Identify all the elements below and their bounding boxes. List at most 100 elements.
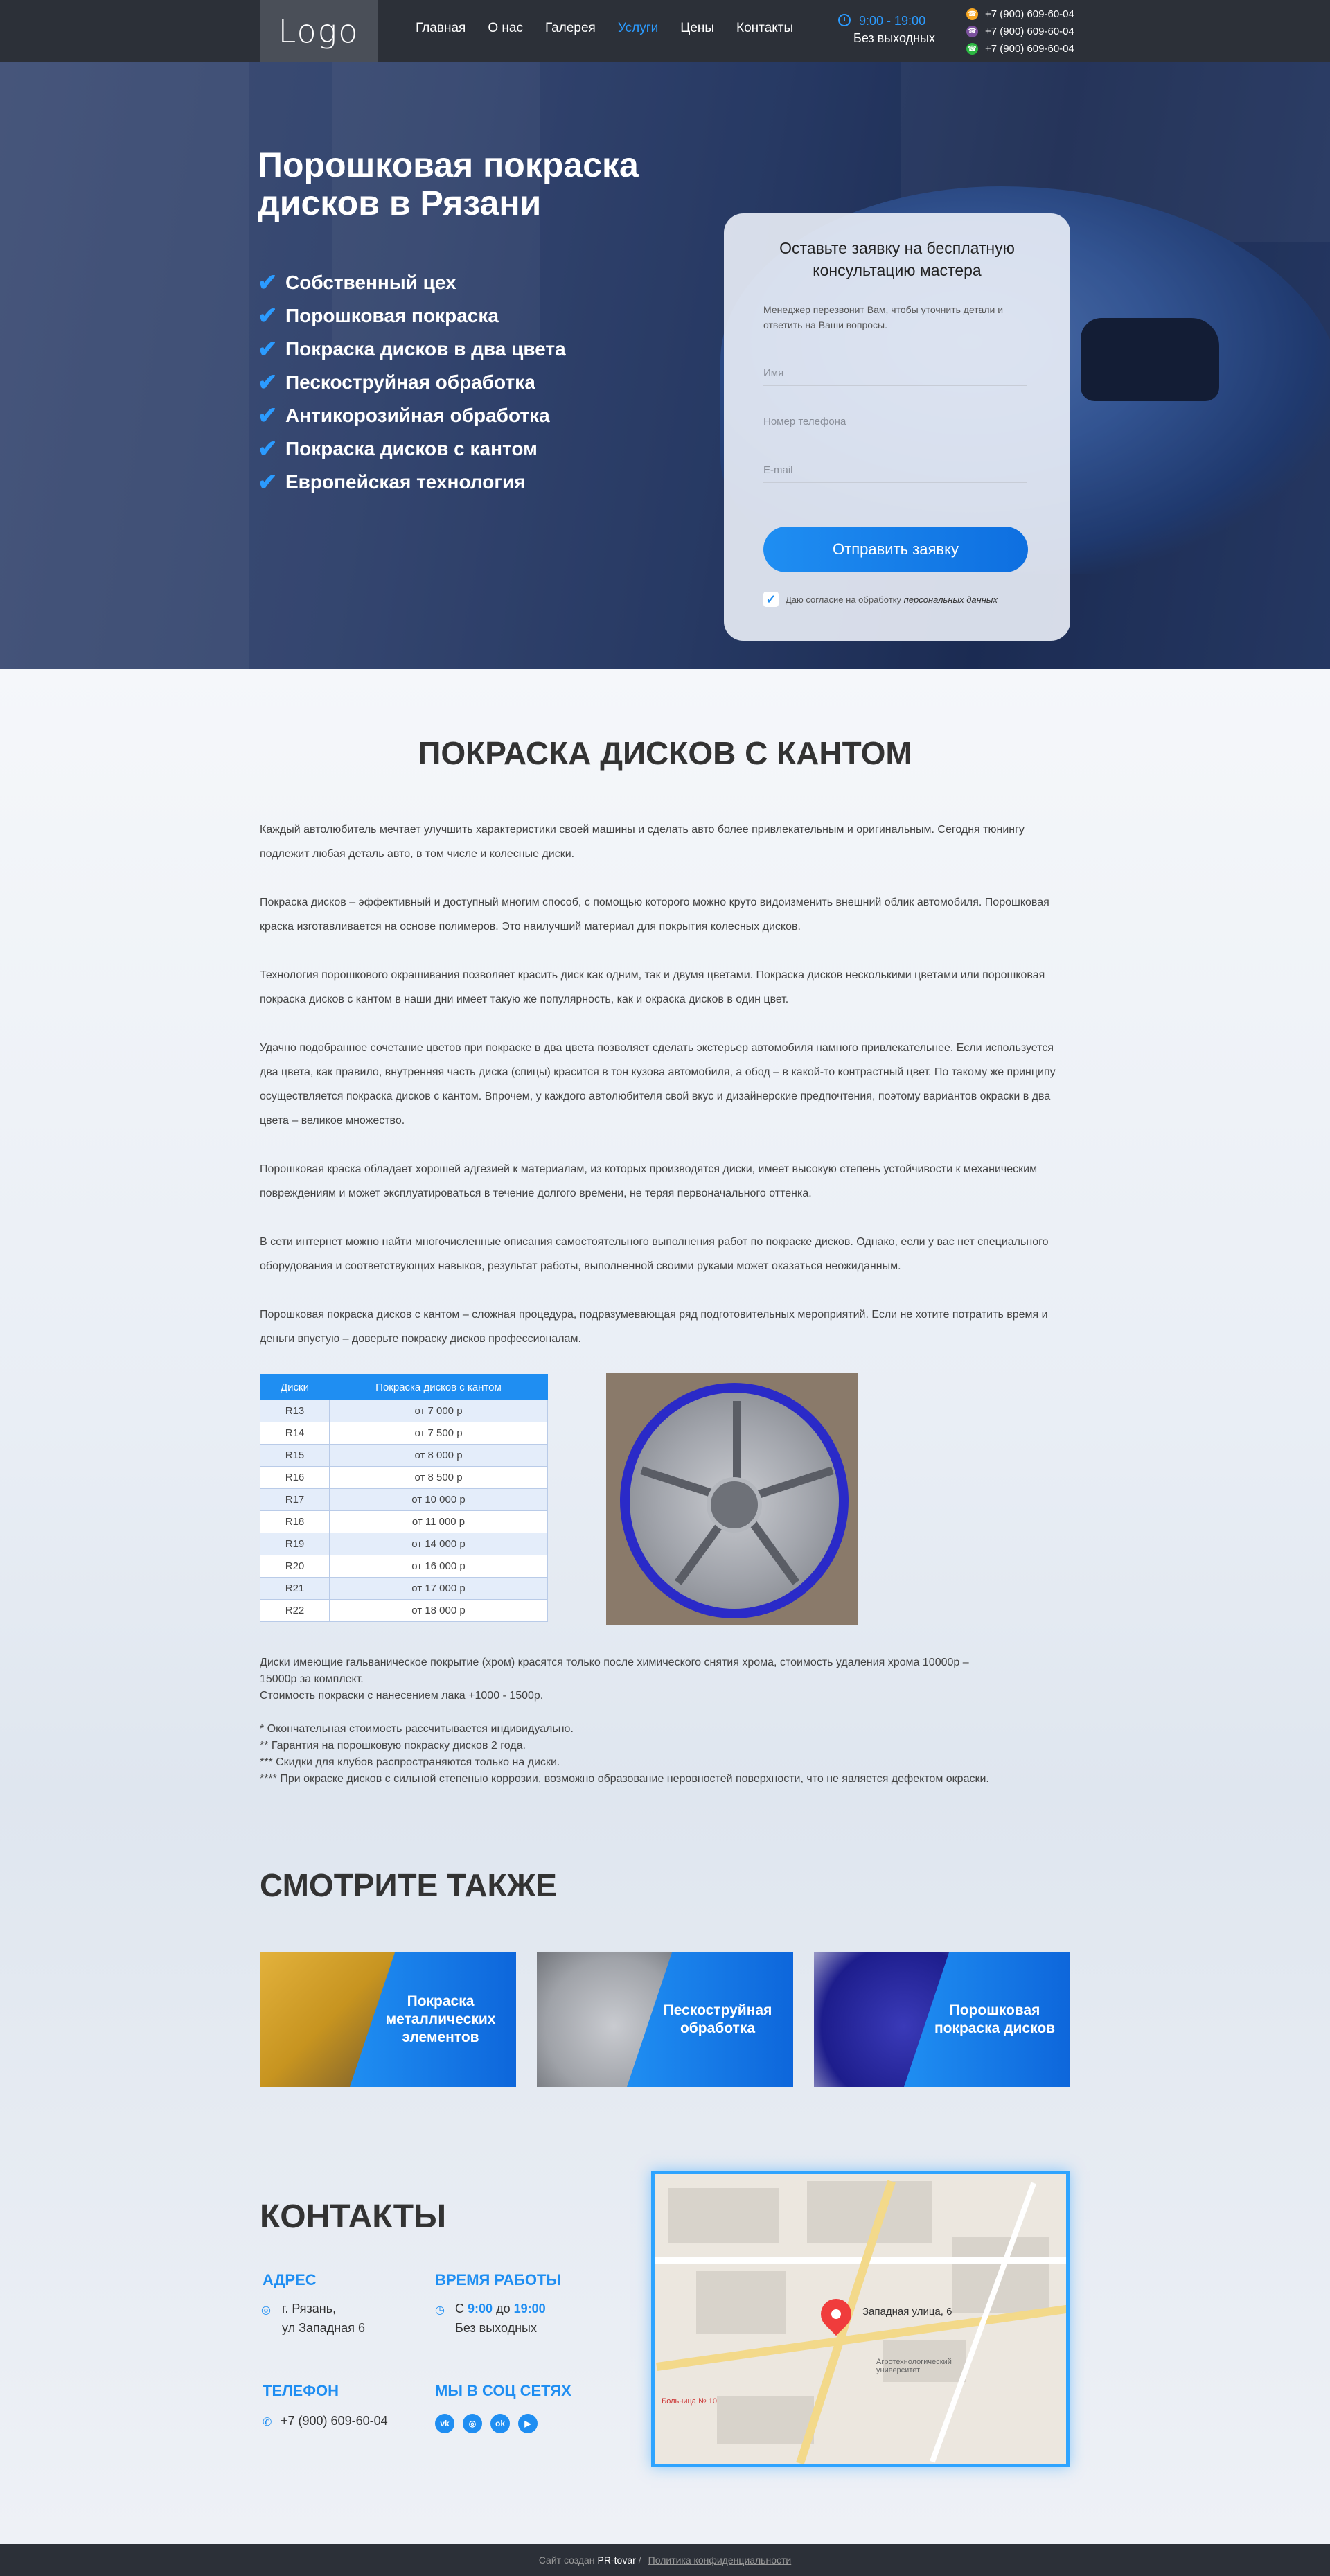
footer-separator: / <box>638 2555 641 2566</box>
table-row: R13 от 7 000 р <box>260 1400 548 1422</box>
consultation-form: Оставьте заявку на бесплатную консультац… <box>724 213 1070 641</box>
article-paragraph: Покраска дисков – эффективный и доступны… <box>260 897 1049 933</box>
hours-days: Без выходных <box>853 31 935 45</box>
article-paragraph: В сети интернет можно найти многочисленн… <box>260 1236 1049 1272</box>
consent-label: Даю согласие на обработку персональных д… <box>786 594 998 605</box>
logo[interactable]: Logo <box>260 0 378 62</box>
privacy-link[interactable]: персональных данных <box>904 594 998 605</box>
table-header-cell: Покраска дисков с кантом <box>329 1374 548 1400</box>
location-icon: ◎ <box>261 2304 271 2316</box>
map-block <box>668 2188 779 2243</box>
check-icon: ✔ <box>258 336 278 362</box>
nav-gallery[interactable]: Галерея <box>545 21 596 36</box>
table-row: R19 от 14 000 р <box>260 1533 548 1555</box>
card-label: Порошковая покраска дисков <box>934 2002 1056 2036</box>
map-label: Западная улица, 6 <box>862 2306 952 2318</box>
article-paragraph: Технология порошкового окрашивания позво… <box>260 969 1045 1005</box>
service-card[interactable]: Покраска металлических элементов <box>260 1952 516 2087</box>
article-paragraph: Порошковая краска обладает хорошей адгез… <box>260 1163 1038 1199</box>
features-list: ✔ Собственный цех ✔ Порошковая покраска ✔ П… <box>258 266 566 499</box>
map-block <box>696 2271 786 2334</box>
youtube-icon[interactable]: ▶ <box>518 2414 538 2433</box>
vk-icon[interactable]: vk <box>435 2414 454 2433</box>
consent-checkbox[interactable]: ✓ <box>763 592 779 607</box>
card-label: Пескоструйная обработка <box>663 2002 772 2036</box>
footnotes: * Окончательная стоимость рассчитывается… <box>260 1723 989 1785</box>
footer-created: Сайт создан <box>538 2555 595 2566</box>
check-icon: ✔ <box>258 270 278 296</box>
nav-about[interactable]: О нас <box>488 21 523 36</box>
check-icon: ✔ <box>258 369 278 396</box>
instagram-icon[interactable]: ◎ <box>463 2414 482 2433</box>
contacts-title: КОНТАКТЫ <box>260 2198 447 2235</box>
map[interactable]: Западная улица, 6 Агротехнологический ун… <box>651 2171 1070 2467</box>
phone-value[interactable]: +7 (900) 609-60-04 <box>281 2411 388 2431</box>
odnoklassniki-icon[interactable]: ok <box>490 2414 510 2433</box>
phone-field[interactable] <box>763 409 1027 434</box>
feature-item: ✔ Европейская технология <box>258 469 526 495</box>
wheel-photo <box>606 1373 858 1625</box>
map-block <box>717 2396 814 2444</box>
article-paragraph: Удачно подобранное сочетание цветов при … <box>260 1042 1056 1127</box>
form-subtitle: Менеджер перезвонит Вам, чтобы уточнить … <box>763 304 1004 330</box>
phone-phone[interactable]: ☎ +7 (900) 609-60-04 <box>966 6 1074 23</box>
hours-time: 9:00 - 19:00 <box>859 14 926 28</box>
see-also-title: СМОТРИТЕ ТАКЖЕ <box>260 1867 557 1903</box>
phone-icon: ✆ <box>263 2417 272 2428</box>
phone-whatsapp[interactable]: ☎ +7 (900) 609-60-04 <box>966 40 1074 58</box>
check-icon: ✔ <box>258 469 278 495</box>
map-hospital: Больница № 10 <box>662 2397 718 2406</box>
clock-icon: ◷ <box>435 2304 445 2316</box>
hero-title: Порошковая покраска дисков в Рязани <box>258 145 639 222</box>
consent-row: ✓ Даю согласие на обработку персональных… <box>763 592 998 607</box>
feature-item: ✔ Антикорозийная обработка <box>258 403 550 429</box>
nav-contacts[interactable]: Контакты <box>736 21 793 36</box>
article-paragraph: Порошковая покраска дисков с кантом – сл… <box>260 1309 1048 1345</box>
name-field[interactable] <box>763 361 1027 386</box>
nav-home[interactable]: Главная <box>416 21 466 36</box>
site-header: Logo Главная О нас Галерея Услуги Цены К… <box>0 0 1330 62</box>
table-row: R14 от 7 500 р <box>260 1422 548 1445</box>
hours-days: Без выходных <box>455 2321 537 2335</box>
table-row: R22 от 18 000 р <box>260 1599 548 1622</box>
service-card[interactable]: Порошковая покраска дисков <box>814 1952 1070 2087</box>
phone-icon: ☎ <box>966 8 978 20</box>
viber-icon: ☎ <box>966 26 978 37</box>
nav-prices[interactable]: Цены <box>680 21 714 36</box>
wheel-hub <box>707 1477 762 1533</box>
feature-item: ✔ Покраска дисков в два цвета <box>258 336 566 362</box>
article-paragraph: Каждый автолюбитель мечтает улучшить хар… <box>260 824 1025 860</box>
whatsapp-icon: ☎ <box>966 43 978 55</box>
table-row: R15 от 8 000 р <box>260 1444 548 1467</box>
feature-item: ✔ Собственный цех <box>258 270 456 296</box>
table-row: R17 от 10 000 р <box>260 1488 548 1511</box>
address-value: г. Рязань, ул Западная 6 <box>282 2302 365 2335</box>
privacy-policy-link[interactable]: Политика конфиденциальности <box>648 2555 792 2566</box>
nav-services[interactable]: Услуги <box>618 21 658 36</box>
address-title: АДРЕС <box>263 2271 317 2288</box>
feature-item: ✔ Пескоструйная обработка <box>258 369 535 396</box>
phone-viber[interactable]: ☎ +7 (900) 609-60-04 <box>966 23 1074 40</box>
table-header-row: Диски Покраска дисков с кантом <box>260 1374 548 1400</box>
submit-button[interactable]: Отправить заявку <box>763 527 1028 572</box>
phone-title: ТЕЛЕФОН <box>263 2382 339 2399</box>
social-title: МЫ В СОЦ СЕТЯХ <box>435 2382 571 2399</box>
table-header-cell: Диски <box>260 1374 330 1400</box>
feature-item: ✔ Порошковая покраска <box>258 303 499 329</box>
main-nav: Главная О нас Галерея Услуги Цены Контак… <box>416 21 815 36</box>
phones-block: ☎ +7 (900) 609-60-04 ☎ +7 (900) 609-60-0… <box>966 6 1074 58</box>
article-title: ПОКРАСКА ДИСКОВ С КАНТОМ <box>418 735 912 771</box>
service-card[interactable]: Пескоструйная обработка <box>537 1952 793 2087</box>
hours-title: ВРЕМЯ РАБОТЫ <box>435 2271 562 2288</box>
hours-value: С 9:00 до 19:00 <box>455 2302 546 2315</box>
footer-brand[interactable]: PR-tovar <box>598 2555 636 2566</box>
email-field[interactable] <box>763 458 1027 483</box>
table-row: R20 от 16 000 р <box>260 1555 548 1578</box>
price-table: Диски Покраска дисков с кантом R13 от 7 0… <box>260 1374 548 1622</box>
check-icon: ✔ <box>258 436 278 462</box>
map-poi: Агротехнологический университет <box>876 2358 952 2374</box>
table-row: R21 от 17 000 р <box>260 1577 548 1600</box>
form-title: Оставьте заявку на бесплатную консультац… <box>779 239 1015 279</box>
check-icon: ✔ <box>258 303 278 329</box>
site-footer: Сайт создан PR-tovar / Политика конфиден… <box>0 2544 1330 2576</box>
